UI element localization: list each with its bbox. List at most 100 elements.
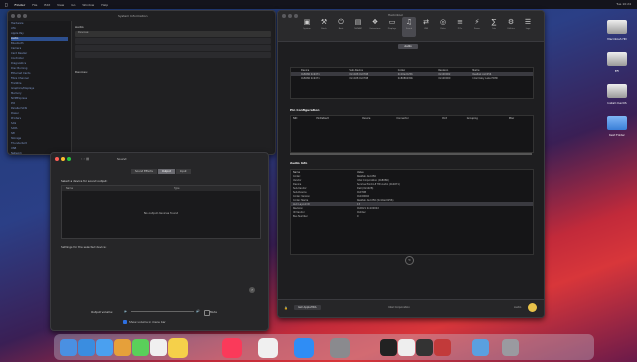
apple-menu-icon[interactable]:  (5, 2, 7, 7)
toolbar-button-boot[interactable]: ⏻ Boot (334, 17, 348, 37)
toolbar-button-power[interactable]: ⚡ Power (470, 17, 484, 37)
sidebar-item[interactable]: Apple Pay (11, 32, 68, 36)
desktop-icon-label[interactable]: EFI (600, 69, 634, 73)
sidebar-item[interactable]: ATA (11, 27, 68, 31)
desktop-icon-label[interactable]: Kext Folder (600, 133, 634, 137)
close-button[interactable] (282, 14, 286, 18)
dock-app-downloads-icon[interactable] (472, 339, 489, 356)
column-header-name[interactable]: Name (66, 187, 73, 190)
menu-item-finder[interactable]: Finder (14, 3, 25, 7)
sidebar-item[interactable]: USB (11, 147, 68, 151)
volume-slider[interactable] (131, 311, 194, 312)
sidebar-item[interactable]: Camera (11, 47, 68, 51)
show-volume-checkbox[interactable] (123, 320, 127, 324)
tab-input[interactable]: Input (175, 169, 191, 174)
sidebar-item[interactable]: NVMExpress (11, 97, 68, 101)
sidebar-item[interactable]: Parallel SCSI (11, 107, 68, 111)
table-row[interactable]: Bus Number 0 (291, 214, 533, 218)
dock-app-terminal-icon[interactable] (380, 339, 397, 356)
minimize-button[interactable] (17, 14, 21, 18)
sidebar-item[interactable]: Fibre Channel (11, 77, 68, 81)
sidebar-item[interactable]: Ethernet Cards (11, 72, 68, 76)
dock-app-mail-icon[interactable] (96, 339, 113, 356)
toolbar-button-utilities[interactable]: ⚙ Utilities (504, 17, 518, 37)
horizontal-scrollbar[interactable] (290, 153, 532, 155)
toolbar-button-system[interactable]: ▣ System (300, 17, 314, 37)
sidebar-item[interactable]: Printers (11, 117, 68, 121)
drive-icon[interactable] (607, 84, 627, 98)
toolbar-button-nvram[interactable]: ▤ NVRAM (351, 17, 365, 37)
tab-output[interactable]: Output (157, 169, 175, 174)
sidebar-item[interactable]: SAS (11, 122, 68, 126)
sidebar-item[interactable]: Memory (11, 92, 68, 96)
output-device-list[interactable]: Name Type No output devices found (61, 185, 261, 239)
column-header-type[interactable]: Type (174, 187, 180, 190)
dock-app-messages-icon[interactable] (132, 339, 149, 356)
desktop-icon-label[interactable]: Install macOS (600, 101, 634, 105)
sidebar-item[interactable]: FireWire (11, 82, 68, 86)
detail-row[interactable] (75, 52, 271, 58)
sidebar-item[interactable]: Thunderbolt (11, 142, 68, 146)
menu-item-window[interactable]: Window (82, 3, 94, 7)
detail-row[interactable] (75, 38, 271, 44)
zoom-button[interactable] (294, 14, 298, 18)
sidebar-item[interactable]: Storage (11, 137, 68, 141)
toolbar-button-sound[interactable]: ♫ Sound (402, 17, 416, 37)
zoom-button[interactable] (23, 14, 27, 18)
sidebar-item[interactable]: Controller (11, 57, 68, 61)
menu-item-file[interactable]: File (32, 3, 37, 7)
menu-item-go[interactable]: Go (71, 3, 75, 7)
sidebar-item[interactable]: Diagnostics (11, 62, 68, 66)
close-button[interactable] (55, 157, 59, 161)
zoom-button[interactable] (67, 157, 71, 161)
lock-icon[interactable]: 🔒 (284, 306, 288, 310)
column-header[interactable]: Device (360, 116, 394, 120)
folder-icon[interactable] (607, 116, 627, 130)
toolbar-button-displays[interactable]: ▭ Displays (385, 17, 399, 37)
column-header[interactable]: Connector (394, 116, 440, 120)
dock-app-safari-icon[interactable] (78, 339, 95, 356)
column-header[interactable]: Port (440, 116, 465, 120)
dock-app-calendar-icon[interactable] (150, 339, 167, 356)
tab-sound-effects[interactable]: Sound Effects (131, 169, 157, 174)
dock-app-system-preferences-icon[interactable] (330, 338, 350, 358)
sidebar-item[interactable]: SPI (11, 132, 68, 136)
help-icon[interactable]: ? (249, 287, 255, 293)
sidebar-item[interactable]: PCI (11, 102, 68, 106)
toolbar-button-calc[interactable]: ∑ Calc (487, 17, 501, 37)
menu-item-view[interactable]: View (57, 3, 64, 7)
sidebar-item[interactable]: Bluetooth (11, 42, 68, 46)
minimize-button[interactable] (288, 14, 292, 18)
drive-icon[interactable] (607, 20, 627, 34)
sidebar-item[interactable]: Hardware (11, 22, 68, 26)
column-header[interactable]: Grouping (465, 116, 507, 120)
toolbar-button-extensions[interactable]: ❖ Extensions (368, 17, 382, 37)
drive-icon[interactable] (607, 52, 627, 66)
toolbar-button-disks[interactable]: ◎ Disks (436, 17, 450, 37)
menubar-clock[interactable]: Tue 10:24 (616, 2, 631, 6)
dock-app-trash-icon[interactable] (502, 339, 519, 356)
sidebar-item[interactable]: SATA (11, 127, 68, 131)
nav-back-icon[interactable]: ‹ › ▦ (81, 157, 89, 161)
desktop-icon-label[interactable]: Macintosh HD (600, 37, 634, 41)
close-button[interactable] (11, 14, 15, 18)
detail-row[interactable] (75, 45, 271, 51)
table-row[interactable]: 0x8086 0x9d71 0x1028 0x0798 0x8086280b 0… (291, 76, 533, 80)
column-header[interactable]: Misc (507, 116, 533, 120)
dock-app-notes-icon[interactable] (168, 338, 188, 358)
dock-app-music-icon[interactable] (222, 338, 242, 358)
menu-item-help[interactable]: Help (101, 3, 108, 7)
column-header[interactable]: PinDefault (314, 116, 360, 120)
column-header[interactable]: NID (291, 116, 314, 120)
segment-audio[interactable]: Audio (398, 44, 418, 49)
minimize-button[interactable] (61, 157, 65, 161)
sidebar-item[interactable]: Audio (11, 37, 68, 41)
dock-app-app-store-icon[interactable] (294, 338, 314, 358)
dock-app-photos-icon[interactable] (114, 339, 131, 356)
donate-icon[interactable] (528, 303, 537, 312)
dock-app-textedit-icon[interactable] (398, 339, 415, 356)
toolbar-button-logs[interactable]: ☰ Logs (521, 17, 535, 37)
refresh-icon[interactable]: ↻ (405, 256, 414, 265)
dock-app-screenshot-icon[interactable] (258, 338, 278, 358)
detail-row[interactable]: Devices: (75, 31, 271, 37)
